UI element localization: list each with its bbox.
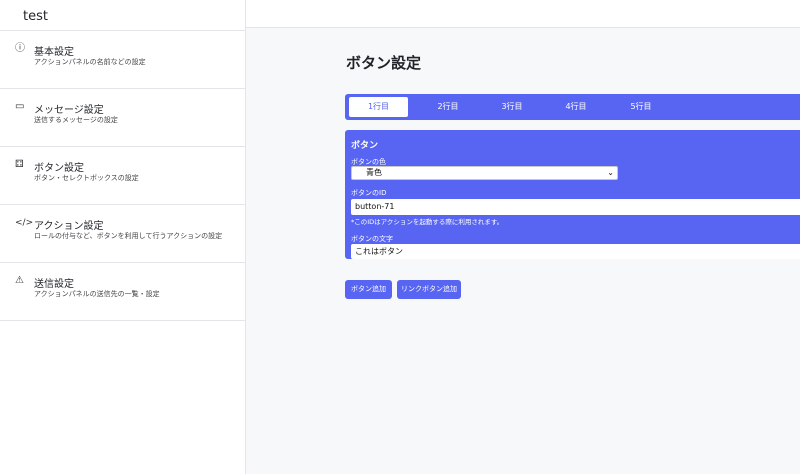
sidebar: test ⓘ 基本設定 アクションパネルの名前などの設定 ▭ メッセージ設定 送…	[0, 0, 246, 474]
sidebar-item-desc: ロールの付与など、ボタンを利用して行うアクションの設定	[34, 232, 223, 240]
sidebar-item-desc: アクションパネルの送信先の一覧・設定	[34, 290, 160, 298]
warning-icon: ⚠	[15, 275, 24, 286]
sidebar-item-label: 送信設定	[34, 279, 74, 290]
top-bar	[246, 0, 800, 28]
sidebar-item-action[interactable]: </> アクション設定 ロールの付与など、ボタンを利用して行うアクションの設定	[0, 205, 245, 263]
sidebar-item-send[interactable]: ⚠ 送信設定 アクションパネルの送信先の一覧・設定	[0, 263, 245, 321]
row-tabs: 1行目 2行目 3行目 4行目 5行目	[345, 94, 800, 120]
add-link-button[interactable]: リンクボタン追加	[397, 280, 461, 299]
code-icon: </>	[15, 218, 34, 228]
tab-row-1[interactable]: 1行目	[347, 95, 410, 119]
sidebar-item-label: メッセージ設定	[34, 105, 104, 116]
page-title: ボタン設定	[346, 54, 422, 72]
add-button[interactable]: ボタン追加	[345, 280, 392, 299]
grid-icon: ⚃	[15, 159, 24, 170]
message-icon: ▭	[15, 101, 25, 112]
button-panel: ボタン ボタンの色 青色 ⌄ ボタンのID button-71 *このIDはアク…	[345, 130, 800, 259]
tab-row-4[interactable]: 4行目	[546, 94, 606, 120]
sidebar-item-label: アクション設定	[34, 221, 104, 232]
panel-title: ボタン	[351, 141, 379, 151]
color-select[interactable]: 青色 ⌄	[351, 166, 618, 180]
text-label: ボタンの文字	[351, 235, 393, 243]
sidebar-item-message[interactable]: ▭ メッセージ設定 送信するメッセージの設定	[0, 89, 245, 147]
button-id-input[interactable]: button-71	[351, 199, 800, 215]
sidebar-item-desc: ボタン・セレクトボックスの設定	[34, 174, 139, 182]
tab-row-5[interactable]: 5行目	[611, 94, 671, 120]
id-label: ボタンのID	[351, 189, 387, 197]
tab-row-2[interactable]: 2行目	[418, 94, 478, 120]
sidebar-item-label: ボタン設定	[34, 163, 84, 174]
info-icon: ⓘ	[15, 43, 25, 54]
app-title: test	[0, 0, 245, 31]
sidebar-item-button[interactable]: ⚃ ボタン設定 ボタン・セレクトボックスの設定	[0, 147, 245, 205]
color-select-value: 青色	[366, 168, 382, 177]
tab-row-3[interactable]: 3行目	[482, 94, 542, 120]
id-hint: *このIDはアクションを起動する際に利用されます。	[351, 218, 504, 226]
sidebar-item-desc: アクションパネルの名前などの設定	[34, 58, 146, 66]
sidebar-item-label: 基本設定	[34, 47, 74, 58]
sidebar-item-basic[interactable]: ⓘ 基本設定 アクションパネルの名前などの設定	[0, 31, 245, 89]
sidebar-item-desc: 送信するメッセージの設定	[34, 116, 118, 124]
button-text-input[interactable]: これはボタン	[351, 244, 800, 259]
chevron-down-icon: ⌄	[607, 168, 614, 177]
